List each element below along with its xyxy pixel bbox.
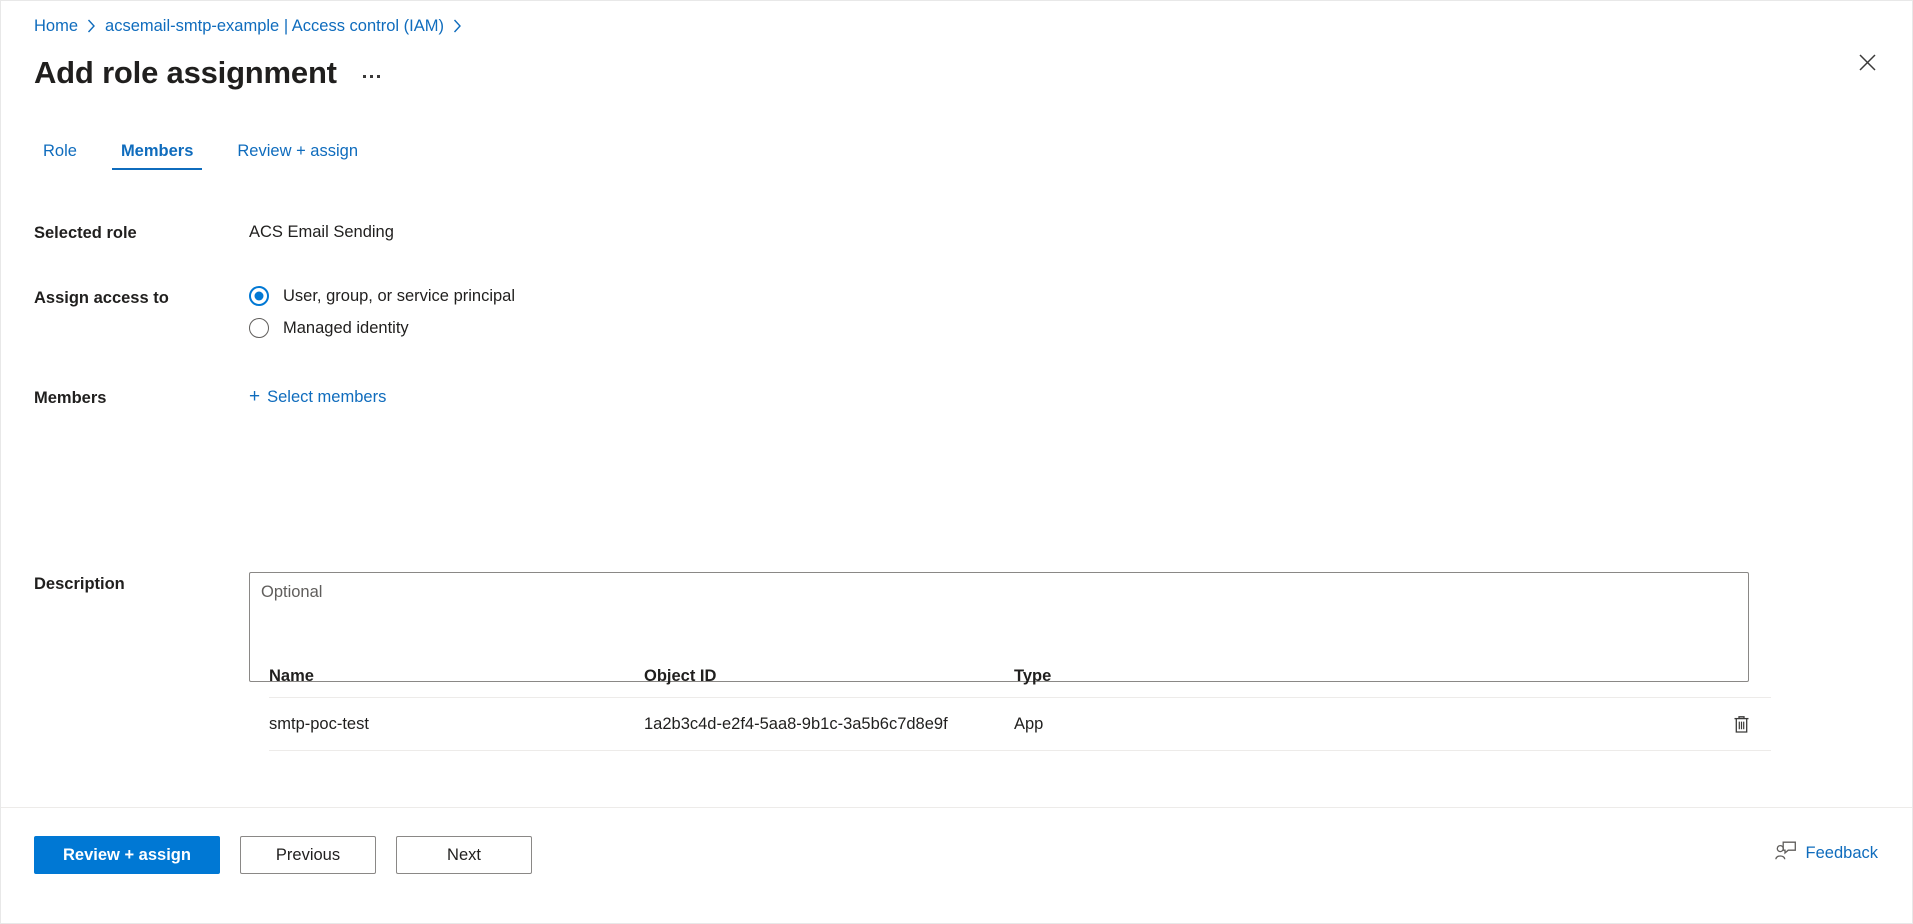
selected-role-label: Selected role [34,224,137,242]
cell-object-id: 1a2b3c4d-e2f4-5aa8-9b1c-3a5b6c7d8e9f [644,714,948,733]
breadcrumb: Home acsemail-smtp-example | Access cont… [1,1,1912,37]
tab-members-label: Members [120,142,194,160]
add-role-assignment-blade: Home acsemail-smtp-example | Access cont… [0,0,1913,924]
members-table-header: Name Object ID Type [269,655,1771,698]
chevron-right-icon-trailing [453,19,462,33]
tab-role-label: Role [43,142,77,160]
wizard-tabs: Role Members Review + assign [1,132,1912,170]
assign-access-label: Assign access to [34,289,169,307]
description-label: Description [34,575,125,593]
selected-role-value: ACS Email Sending [249,223,394,241]
column-header-object-id: Object ID [644,666,717,685]
review-assign-button[interactable]: Review + assign [34,836,220,874]
next-button[interactable]: Next [396,836,532,874]
plus-icon: + [249,386,261,407]
radio-mark-unselected [249,318,269,338]
page-title: Add role assignment [34,55,337,90]
tab-review-assign[interactable]: Review + assign [228,141,367,170]
radio-managed-identity[interactable]: Managed identity [249,318,515,338]
cell-name: smtp-poc-test [269,714,369,733]
delete-icon[interactable] [1725,708,1757,740]
cell-type: App [1014,714,1044,733]
footer-action-bar: Review + assign Previous Next Feedback [1,807,1912,923]
feedback-icon [1774,841,1797,865]
members-table: Name Object ID Type smtp-poc-test 1a2b3c… [269,655,1771,751]
select-members-label: Select members [267,388,387,406]
assign-access-radio-group: User, group, or service principal Manage… [249,286,515,338]
members-label: Members [34,389,107,407]
tab-review-assign-label: Review + assign [237,142,358,160]
column-header-name: Name [269,666,314,685]
tab-members[interactable]: Members [111,141,203,170]
radio-mark-selected [249,286,269,306]
chevron-right-icon [87,19,96,33]
title-row: Add role assignment [1,37,1912,96]
tab-role[interactable]: Role [34,141,86,170]
column-header-type: Type [1014,666,1052,685]
breadcrumb-item-home[interactable]: Home [34,16,78,36]
table-row: smtp-poc-test 1a2b3c4d-e2f4-5aa8-9b1c-3a… [269,698,1771,751]
close-icon[interactable] [1846,41,1888,83]
feedback-link[interactable]: Feedback [1774,841,1878,865]
cell-actions [1711,708,1771,740]
breadcrumb-item-access-control[interactable]: acsemail-smtp-example | Access control (… [105,16,444,36]
selected-role-row: Selected role ACS Email Sending [1,221,1912,244]
assign-access-row: Assign access to User, group, or service… [1,286,1912,338]
members-row: Members + Select members [1,386,1912,409]
previous-button[interactable]: Previous [240,836,376,874]
radio-managed-identity-label: Managed identity [283,318,409,337]
more-options-icon[interactable] [355,59,389,93]
form-content: Selected role ACS Email Sending Assign a… [1,170,1912,807]
select-members-button[interactable]: + Select members [249,386,386,408]
radio-user-group-service-principal[interactable]: User, group, or service principal [249,286,515,306]
feedback-label: Feedback [1805,843,1878,862]
radio-user-group-service-principal-label: User, group, or service principal [283,286,516,305]
